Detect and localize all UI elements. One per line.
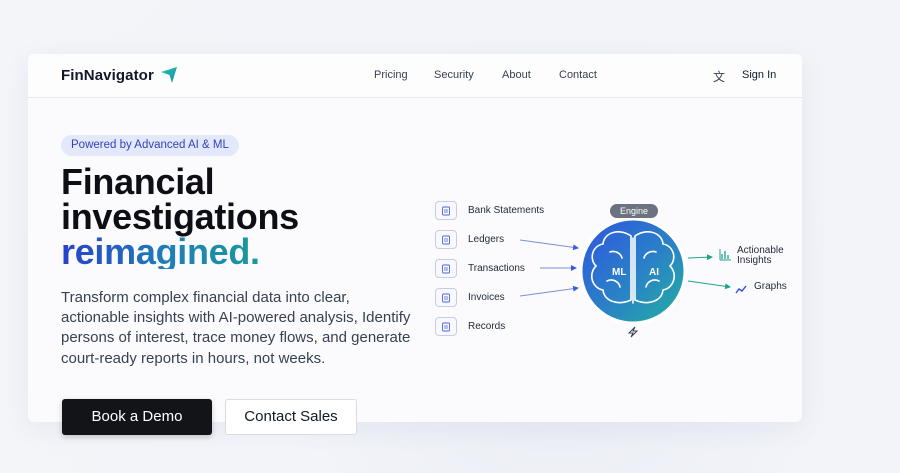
- headline-line-2: investigations: [61, 196, 299, 237]
- source-item[interactable]: Invoices: [435, 288, 505, 307]
- contact-sales-button[interactable]: Contact Sales: [225, 399, 357, 435]
- source-label: Invoices: [468, 292, 505, 303]
- nav-link-about[interactable]: About: [502, 69, 559, 81]
- document-icon: [435, 288, 457, 307]
- source-label: Bank Statements: [468, 205, 545, 216]
- source-label: Transactions: [468, 263, 525, 274]
- navigator-arrow-icon: [160, 66, 178, 84]
- source-item[interactable]: Ledgers: [435, 230, 504, 249]
- headline-line-1: Financial: [61, 161, 215, 202]
- hero-headline: Financial investigations reimagined.: [61, 161, 299, 270]
- source-label: Records: [468, 321, 506, 332]
- nav-link-contact[interactable]: Contact: [559, 69, 619, 81]
- nav-link-security[interactable]: Security: [434, 69, 502, 81]
- source-label: Ledgers: [468, 234, 505, 245]
- document-icon: [435, 259, 457, 278]
- top-navbar: FinNavigator Pricing Security About Cont…: [28, 54, 802, 98]
- brand-logo[interactable]: FinNavigator: [61, 66, 178, 84]
- main-menu: Pricing Security About Contact: [374, 69, 619, 81]
- document-icon: [435, 230, 457, 249]
- translate-icon[interactable]: 文: [713, 68, 725, 85]
- document-icon: [435, 317, 457, 336]
- source-item[interactable]: Bank Statements: [435, 201, 544, 220]
- hero-description: Transform complex financial data into cl…: [61, 289, 411, 367]
- book-demo-button[interactable]: Book a Demo: [62, 399, 212, 435]
- ai-badge: Powered by Advanced AI & ML: [61, 135, 239, 156]
- brand-name: FinNavigator: [61, 66, 154, 84]
- source-item[interactable]: Transactions: [435, 259, 525, 278]
- headline-line-3: reimagined.: [61, 234, 299, 270]
- sign-in-link[interactable]: Sign In: [742, 69, 776, 81]
- source-item[interactable]: Records: [435, 317, 505, 336]
- document-icon: [435, 201, 457, 220]
- nav-link-pricing[interactable]: Pricing: [374, 69, 434, 81]
